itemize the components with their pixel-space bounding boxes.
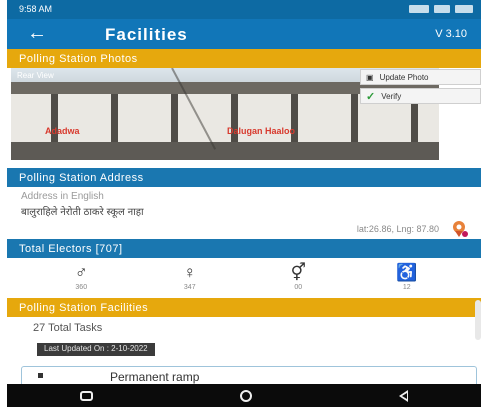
total-tasks: 27 Total Tasks xyxy=(33,322,103,334)
pwd-icon: ♿ xyxy=(396,262,418,282)
status-bar: 9:58 AM xyxy=(7,0,481,19)
address-block: Address in English बालुराहिले नेरोती ठाक… xyxy=(7,187,481,241)
back-arrow-icon[interactable]: ← xyxy=(27,22,47,45)
male-icon: ♂ xyxy=(74,262,88,282)
elector-third-gender: ⚥ 00 xyxy=(273,262,323,291)
recent-apps-icon[interactable] xyxy=(80,390,94,401)
electors-row: ♂ 360 ♀ 347 ⚥ 00 ♿ 12 xyxy=(7,258,481,296)
system-icons xyxy=(409,5,473,13)
female-icon: ♀ xyxy=(183,262,197,282)
elector-pwd: ♿ 12 xyxy=(382,262,432,291)
wifi-icon xyxy=(434,5,450,13)
photos-header: Polling Station Photos xyxy=(7,49,481,68)
address-value: बालुराहिले नेरोती ठाकरे स्कूल नाहा xyxy=(21,207,144,218)
last-updated-badge: Last Updated On : 2-10-2022 xyxy=(37,343,155,356)
coordinates: lat:26.86, Lng: 87.80 xyxy=(356,224,439,234)
photo-sign-right: Dalugan Haaloo xyxy=(227,126,296,136)
third-gender-icon: ⚥ xyxy=(290,262,306,282)
address-label: Address in English xyxy=(21,191,104,202)
camera-icon: ▣ xyxy=(366,72,374,82)
android-nav-bar xyxy=(7,384,481,407)
app-version: V 3.10 xyxy=(435,28,467,40)
verify-button[interactable]: ✓ Verify xyxy=(360,88,481,104)
home-icon[interactable] xyxy=(239,389,252,402)
update-photo-button[interactable]: ▣ Update Photo xyxy=(360,69,481,85)
elector-count: 00 xyxy=(294,283,303,291)
facilities-header: Polling Station Facilities xyxy=(7,298,481,317)
bullet-icon xyxy=(38,373,43,378)
app-bar: ← Facilities V 3.10 xyxy=(7,19,481,49)
check-icon: ✓ xyxy=(366,90,376,103)
page-title: Facilities xyxy=(105,25,188,44)
elector-male: ♂ 360 xyxy=(56,262,106,291)
elector-count: 360 xyxy=(75,283,88,291)
scroll-indicator[interactable] xyxy=(475,300,481,340)
facility-name: Permanent ramp xyxy=(110,370,200,384)
signal-icon xyxy=(409,5,429,13)
elector-female: ♀ 347 xyxy=(165,262,215,291)
map-pin-icon[interactable] xyxy=(451,220,469,238)
elector-count: 347 xyxy=(183,283,196,291)
elector-count: 12 xyxy=(402,283,411,291)
photo-sign-left: Adadwa xyxy=(45,126,80,136)
address-header: Polling Station Address xyxy=(7,168,481,187)
rear-view-label: Rear View xyxy=(17,71,54,80)
phone-screen: 9:58 AM ← Facilities V 3.10 Polling Stat… xyxy=(7,0,481,407)
photo-actions: ▣ Update Photo ✓ Verify xyxy=(360,69,481,107)
facility-item[interactable]: Permanent ramp xyxy=(21,366,477,384)
electors-header: Total Electors [707] xyxy=(7,239,481,258)
status-time: 9:58 AM xyxy=(19,4,53,14)
battery-icon xyxy=(455,5,473,13)
back-icon[interactable] xyxy=(398,389,408,402)
